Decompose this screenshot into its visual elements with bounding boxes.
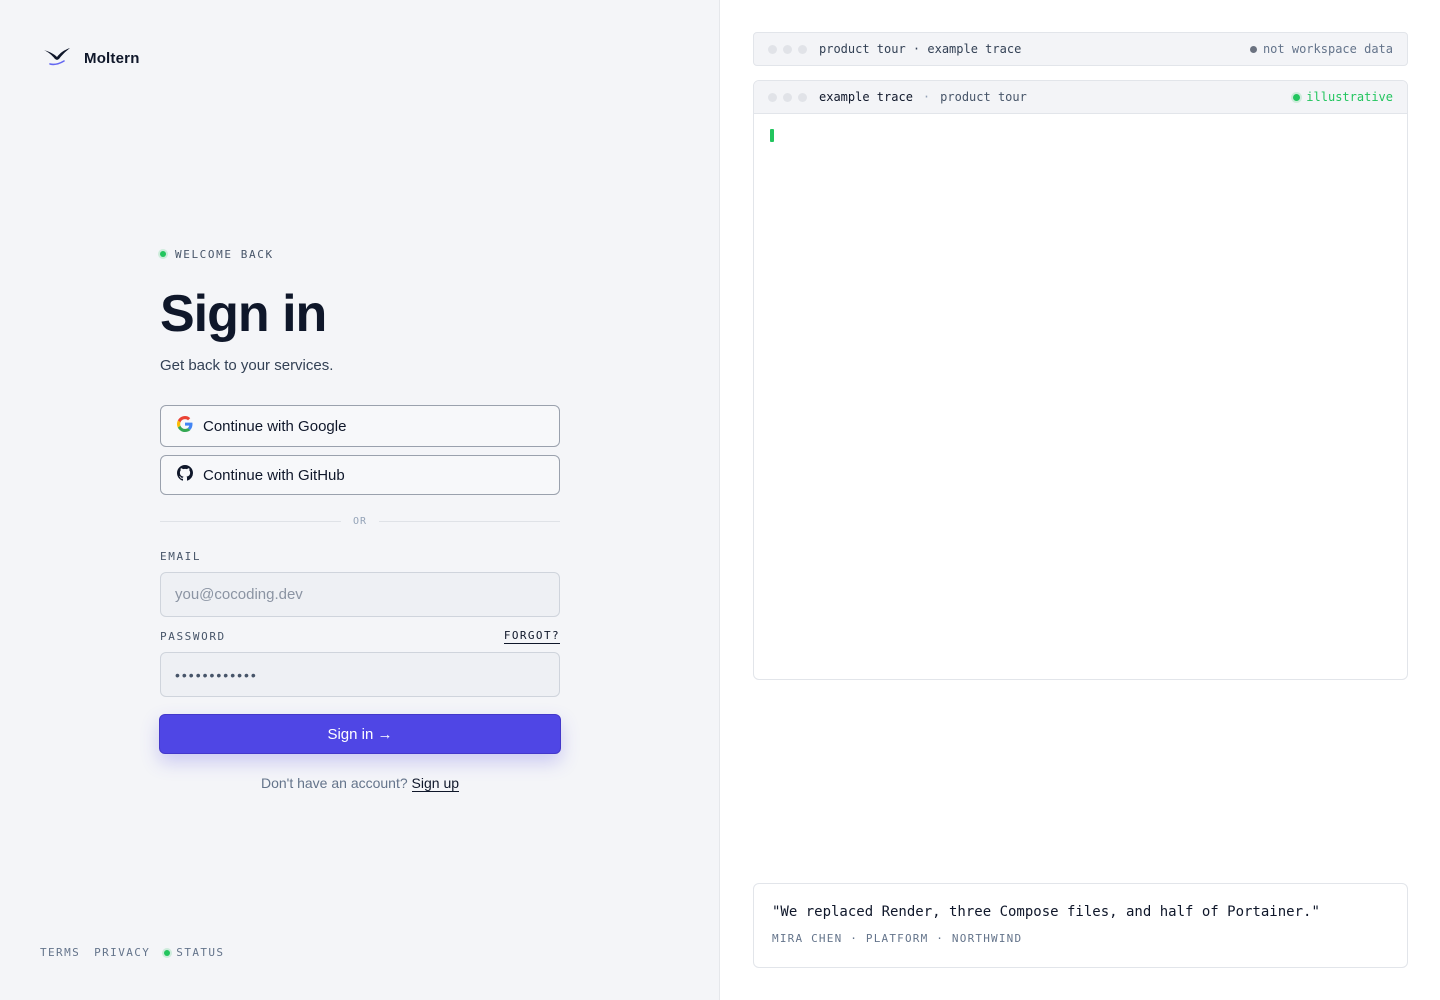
google-button-label: Continue with Google (203, 417, 347, 435)
testimonial-attribution: MIRA CHEN · PLATFORM · NORTHWIND (772, 932, 1023, 945)
status-dot (160, 251, 166, 257)
trace-separator: · (922, 90, 931, 104)
divider-line (379, 520, 561, 522)
email-label-row: EMAIL (160, 549, 560, 563)
email-field[interactable] (175, 586, 545, 603)
testimonial-quote: "We replaced Render, three Compose files… (772, 904, 1320, 920)
or-divider: OR (160, 515, 561, 527)
window-controls (768, 92, 807, 102)
badge-dot (1249, 45, 1257, 53)
password-field[interactable]: •••••••••••• (160, 652, 560, 697)
window-dot-icon (768, 92, 777, 102)
or-text: OR (352, 515, 368, 527)
email-label: EMAIL (160, 549, 202, 563)
password-value: •••••••••••• (175, 666, 258, 683)
github-button-label: Continue with GitHub (203, 466, 345, 484)
illustrative-badge: illustrative (1293, 90, 1393, 104)
tour-bar-badge-text: not workspace data (1262, 42, 1393, 56)
password-label-row: PASSWORD FORGOT? (160, 629, 560, 644)
product-tour-panel: product tour · example trace not workspa… (721, 0, 1440, 1000)
page-subtitle: Get back to your services. (160, 357, 334, 374)
brand[interactable]: Moltern (42, 44, 140, 73)
github-icon (177, 465, 193, 485)
terminal-cursor (770, 129, 774, 142)
auth-panel: Moltern WELCOME BACK Sign in Get back to… (0, 0, 720, 1000)
trace-window: example trace · product tour illustrativ… (753, 80, 1408, 680)
window-dot-icon (798, 92, 807, 102)
status-link[interactable]: STATUS (164, 946, 224, 959)
sign-up-link[interactable]: Sign up (411, 775, 460, 792)
signup-prompt: Don't have an account? (260, 775, 408, 791)
window-dot-icon (798, 44, 807, 54)
trace-title: example trace (819, 90, 913, 104)
privacy-link[interactable]: PRIVACY (94, 946, 150, 959)
footer-links: TERMS PRIVACY STATUS (40, 946, 224, 959)
badge-dot (1293, 93, 1301, 101)
continue-with-google-button[interactable]: Continue with Google (160, 405, 560, 447)
password-group: PASSWORD FORGOT? •••••••••••• (160, 629, 560, 697)
window-dot-icon (783, 92, 792, 102)
status-label: STATUS (176, 946, 225, 959)
oauth-buttons: Continue with Google Continue with GitHu… (160, 405, 560, 495)
continue-with-github-button[interactable]: Continue with GitHub (160, 455, 560, 495)
window-controls (768, 44, 807, 54)
forgot-password-link[interactable]: FORGOT? (503, 629, 560, 644)
brand-name: Moltern (84, 50, 140, 67)
tour-bar-badge: not workspace data (1249, 42, 1393, 56)
sign-in-button[interactable]: Sign in → (159, 714, 561, 754)
email-group: EMAIL (160, 549, 560, 617)
illustrative-badge-text: illustrative (1306, 90, 1393, 104)
eyebrow-text: WELCOME BACK (175, 247, 274, 261)
email-field-wrapper (160, 572, 560, 617)
tour-bar-title: product tour · example trace (819, 42, 1022, 56)
window-dot-icon (768, 44, 777, 54)
trace-header: example trace · product tour illustrativ… (754, 81, 1407, 114)
sign-in-form: WELCOME BACK Sign in Get back to your se… (159, 246, 561, 792)
sign-in-button-label: Sign in → (327, 725, 393, 743)
signup-prompt-row: Don't have an account? Sign up (160, 775, 560, 792)
testimonial-card: "We replaced Render, three Compose files… (753, 883, 1408, 968)
tour-bar: product tour · example trace not workspa… (753, 32, 1408, 66)
welcome-eyebrow: WELCOME BACK (160, 246, 560, 262)
trace-subtitle: product tour (940, 90, 1027, 104)
google-icon (177, 416, 193, 436)
terms-link[interactable]: TERMS (40, 946, 80, 959)
password-label: PASSWORD (160, 629, 226, 643)
window-dot-icon (783, 44, 792, 54)
bird-logo-icon (42, 44, 72, 73)
page-title: Sign in (160, 285, 327, 343)
status-dot (164, 949, 171, 956)
divider-line (160, 520, 341, 522)
